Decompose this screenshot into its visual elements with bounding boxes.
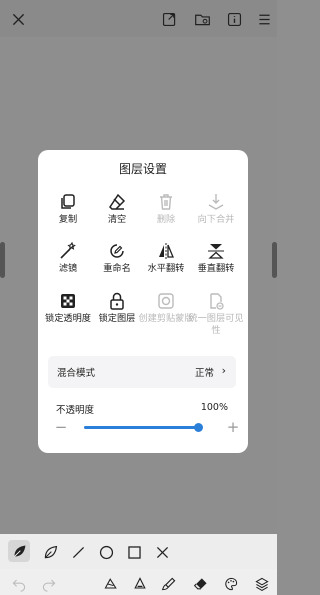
checker-lock-icon xyxy=(58,291,78,311)
delete-layer-button[interactable]: 删除 xyxy=(140,192,192,248)
line-tool[interactable] xyxy=(68,542,88,562)
blend-mode-value: 正常 xyxy=(194,368,214,379)
top-toolbar xyxy=(0,0,277,37)
rename-icon xyxy=(107,241,127,261)
close-icon[interactable] xyxy=(8,9,28,29)
trash-icon xyxy=(156,192,176,212)
merge-down-icon xyxy=(206,192,226,212)
brush-icon[interactable] xyxy=(160,575,177,592)
leaf-brush-tool[interactable] xyxy=(8,540,30,562)
flip-horizontal-button[interactable]: 水平翻转 xyxy=(140,241,192,297)
clipping-mask-label: 创建剪贴蒙版 xyxy=(138,313,194,324)
eraser-icon[interactable] xyxy=(192,575,209,592)
lasso-leaf-tool[interactable] xyxy=(40,542,60,562)
lock-layer-label: 锁定图层 xyxy=(98,313,136,324)
opacity-label: 不透明度 xyxy=(56,405,95,416)
rename-label: 重命名 xyxy=(103,263,131,274)
right-drawer-handle[interactable] xyxy=(272,242,277,278)
folder-icon[interactable] xyxy=(192,9,212,29)
menu-icon[interactable] xyxy=(254,9,274,29)
sync-visibility-button[interactable]: 统一图层可见性 xyxy=(188,291,244,347)
blend-mode-row[interactable]: 混合模式 正常 › xyxy=(48,356,236,388)
lock-transparency-button[interactable]: 锁定透明度 xyxy=(42,291,94,347)
copy-layer-button[interactable]: 复制 xyxy=(42,192,94,248)
eraser-icon xyxy=(107,192,127,212)
flip-horizontal-label: 水平翻转 xyxy=(147,263,185,274)
filter-button[interactable]: 滤镜 xyxy=(42,241,94,297)
left-drawer-handle[interactable] xyxy=(0,242,5,278)
undo-icon[interactable] xyxy=(10,575,27,592)
merge-down-button[interactable]: 向下合并 xyxy=(190,192,242,248)
bottom-toolbar xyxy=(0,569,277,595)
blend-mode-label: 混合模式 xyxy=(57,368,96,379)
clear-label: 清空 xyxy=(107,214,127,225)
layers-icon[interactable] xyxy=(253,575,270,592)
magic-wand-icon xyxy=(58,241,78,261)
lock-layer-button[interactable]: 锁定图层 xyxy=(91,291,143,347)
flip-vertical-button[interactable]: 垂直翻转 xyxy=(190,241,242,297)
padlock-icon xyxy=(107,291,127,311)
lock-transparency-label: 锁定透明度 xyxy=(45,313,91,324)
clear-layer-button[interactable]: 清空 xyxy=(91,192,143,248)
visibility-sync-icon xyxy=(206,291,226,311)
opacity-slider[interactable]: − + xyxy=(54,418,240,438)
opacity-value: 100% xyxy=(200,402,228,413)
circle-tool[interactable] xyxy=(96,542,116,562)
copy-icon xyxy=(58,192,78,212)
export-icon[interactable] xyxy=(159,9,179,29)
minus-icon[interactable]: − xyxy=(54,418,68,436)
flip-vertical-icon xyxy=(206,241,226,261)
rectangle-tool[interactable] xyxy=(124,542,144,562)
slider-knob[interactable] xyxy=(194,423,203,432)
info-icon[interactable] xyxy=(224,9,244,29)
shape-tool-row xyxy=(0,534,277,569)
fill-bucket-icon[interactable] xyxy=(131,575,148,592)
slider-track[interactable] xyxy=(84,423,203,432)
merge-down-label: 向下合并 xyxy=(197,214,235,225)
palette-icon[interactable] xyxy=(222,575,239,592)
filter-label: 滤镜 xyxy=(58,263,78,274)
transform-icon[interactable] xyxy=(102,575,119,592)
slider-fill xyxy=(84,426,198,429)
dialog-title: 图层设置 xyxy=(118,162,167,176)
chevron-right-icon: › xyxy=(221,364,226,377)
clip-mask-icon xyxy=(156,291,176,311)
flip-horizontal-icon xyxy=(156,241,176,261)
delete-label: 删除 xyxy=(156,214,176,225)
clipping-mask-button[interactable]: 创建剪贴蒙版 xyxy=(138,291,194,347)
layer-settings-dialog: 图层设置 复制 清空 删除 向下合并 滤镜 重命名 水平翻转 垂直翻转 锁定透明… xyxy=(38,150,248,453)
redo-icon[interactable] xyxy=(40,575,57,592)
copy-label: 复制 xyxy=(58,214,78,225)
close-icon[interactable] xyxy=(152,542,172,562)
rename-button[interactable]: 重命名 xyxy=(91,241,143,297)
plus-icon[interactable]: + xyxy=(226,418,240,436)
flip-vertical-label: 垂直翻转 xyxy=(197,263,235,274)
sync-visibility-label: 统一图层可见性 xyxy=(188,313,244,336)
